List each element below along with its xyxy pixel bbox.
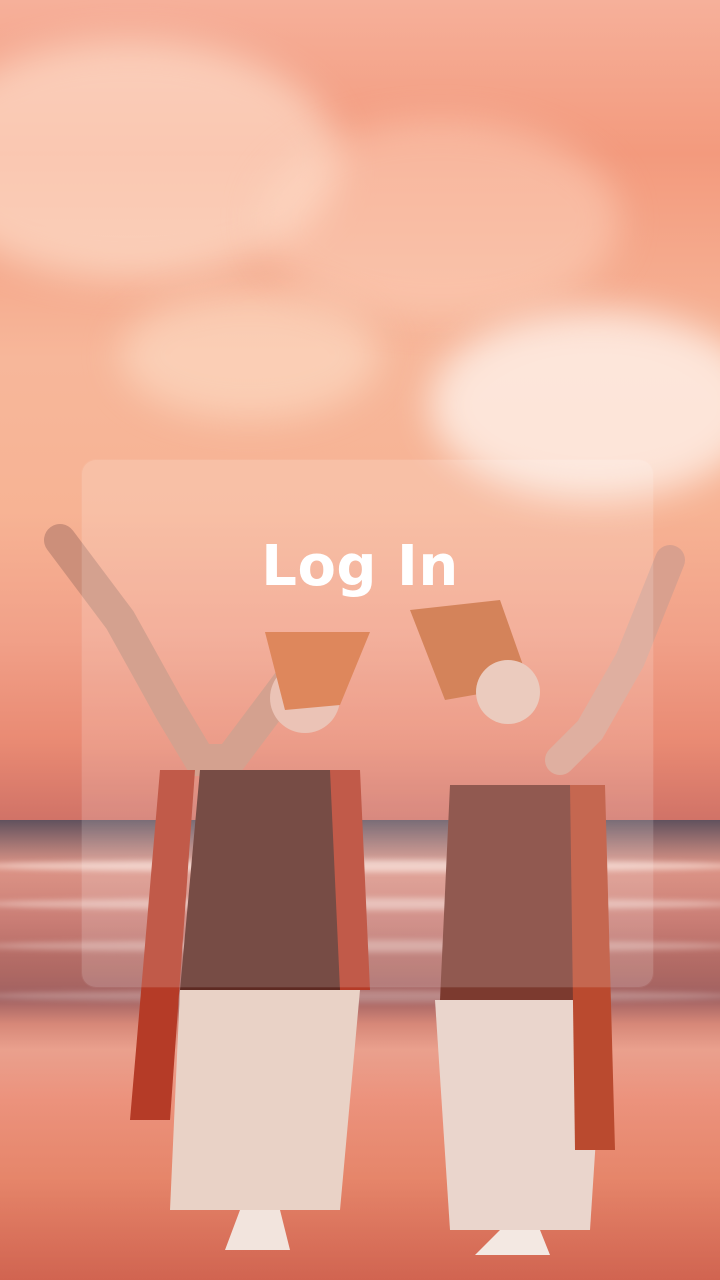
cloud	[120, 290, 380, 420]
page-title: Log In	[261, 533, 459, 599]
cloud	[260, 120, 620, 320]
